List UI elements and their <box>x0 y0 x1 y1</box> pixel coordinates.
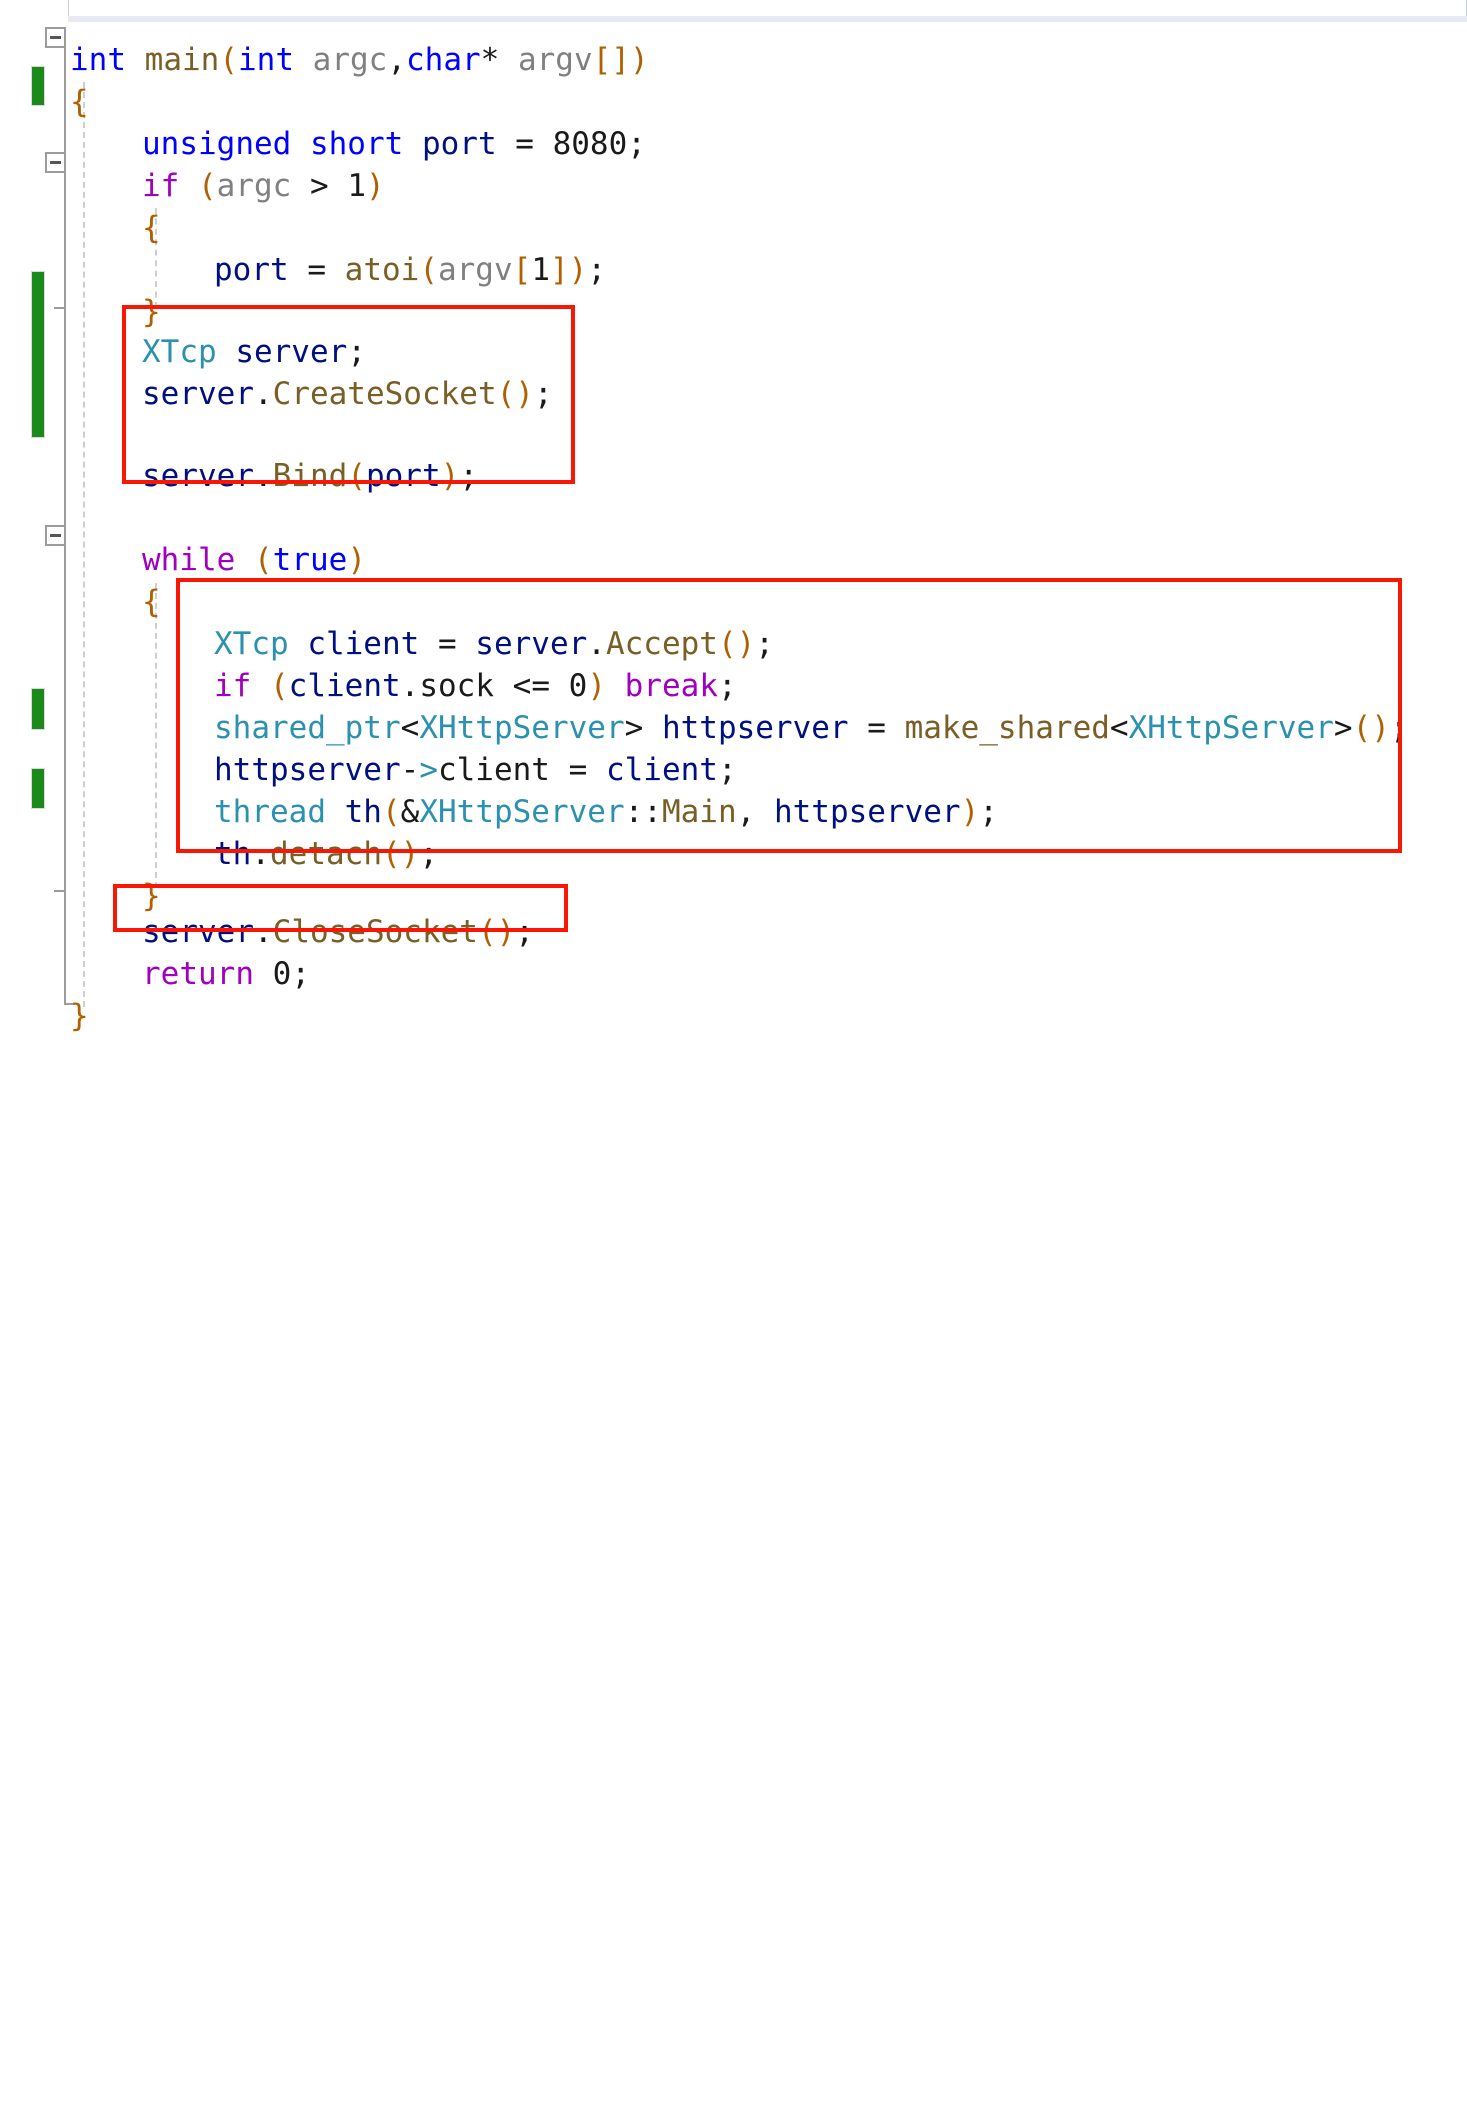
code-text-area[interactable]: int main(int argc,char* argv[]) { unsign… <box>0 22 1467 2120</box>
code-line-14[interactable]: { <box>142 582 161 624</box>
code-line-24[interactable]: } <box>70 996 89 1038</box>
code-line-1[interactable]: int main(int argc,char* argv[]) <box>70 40 649 82</box>
code-line-23[interactable]: return 0; <box>142 954 310 996</box>
code-line-19[interactable]: thread th(&XHttpServer::Main, httpserver… <box>214 792 998 834</box>
code-editor-surface[interactable]: int main(int argc,char* argv[]) { unsign… <box>0 22 1467 1060</box>
code-line-6[interactable]: port = atoi(argv[1]); <box>214 250 606 292</box>
code-line-8[interactable]: XTcp server; <box>142 332 366 374</box>
code-line-11[interactable]: server.Bind(port); <box>142 456 478 498</box>
code-line-15[interactable]: XTcp client = server.Accept(); <box>214 624 774 666</box>
code-line-13[interactable]: while (true) <box>142 540 366 582</box>
code-line-22[interactable]: server.CloseSocket(); <box>142 912 534 954</box>
code-line-3[interactable]: unsigned short port = 8080; <box>142 124 646 166</box>
code-line-9[interactable]: server.CreateSocket(); <box>142 374 553 416</box>
code-line-18[interactable]: httpserver->client = client; <box>214 750 737 792</box>
code-line-17[interactable]: shared_ptr<XHttpServer> httpserver = mak… <box>214 708 1409 750</box>
code-line-7[interactable]: } <box>142 292 161 334</box>
code-line-5[interactable]: { <box>142 208 161 250</box>
code-line-16[interactable]: if (client.sock <= 0) break; <box>214 666 737 708</box>
code-line-2[interactable]: { <box>70 82 89 124</box>
code-line-20[interactable]: th.detach(); <box>214 834 438 876</box>
code-line-4[interactable]: if (argc > 1) <box>142 166 385 208</box>
top-pane-frame <box>68 0 1467 17</box>
top-pane-strip <box>0 0 1467 22</box>
